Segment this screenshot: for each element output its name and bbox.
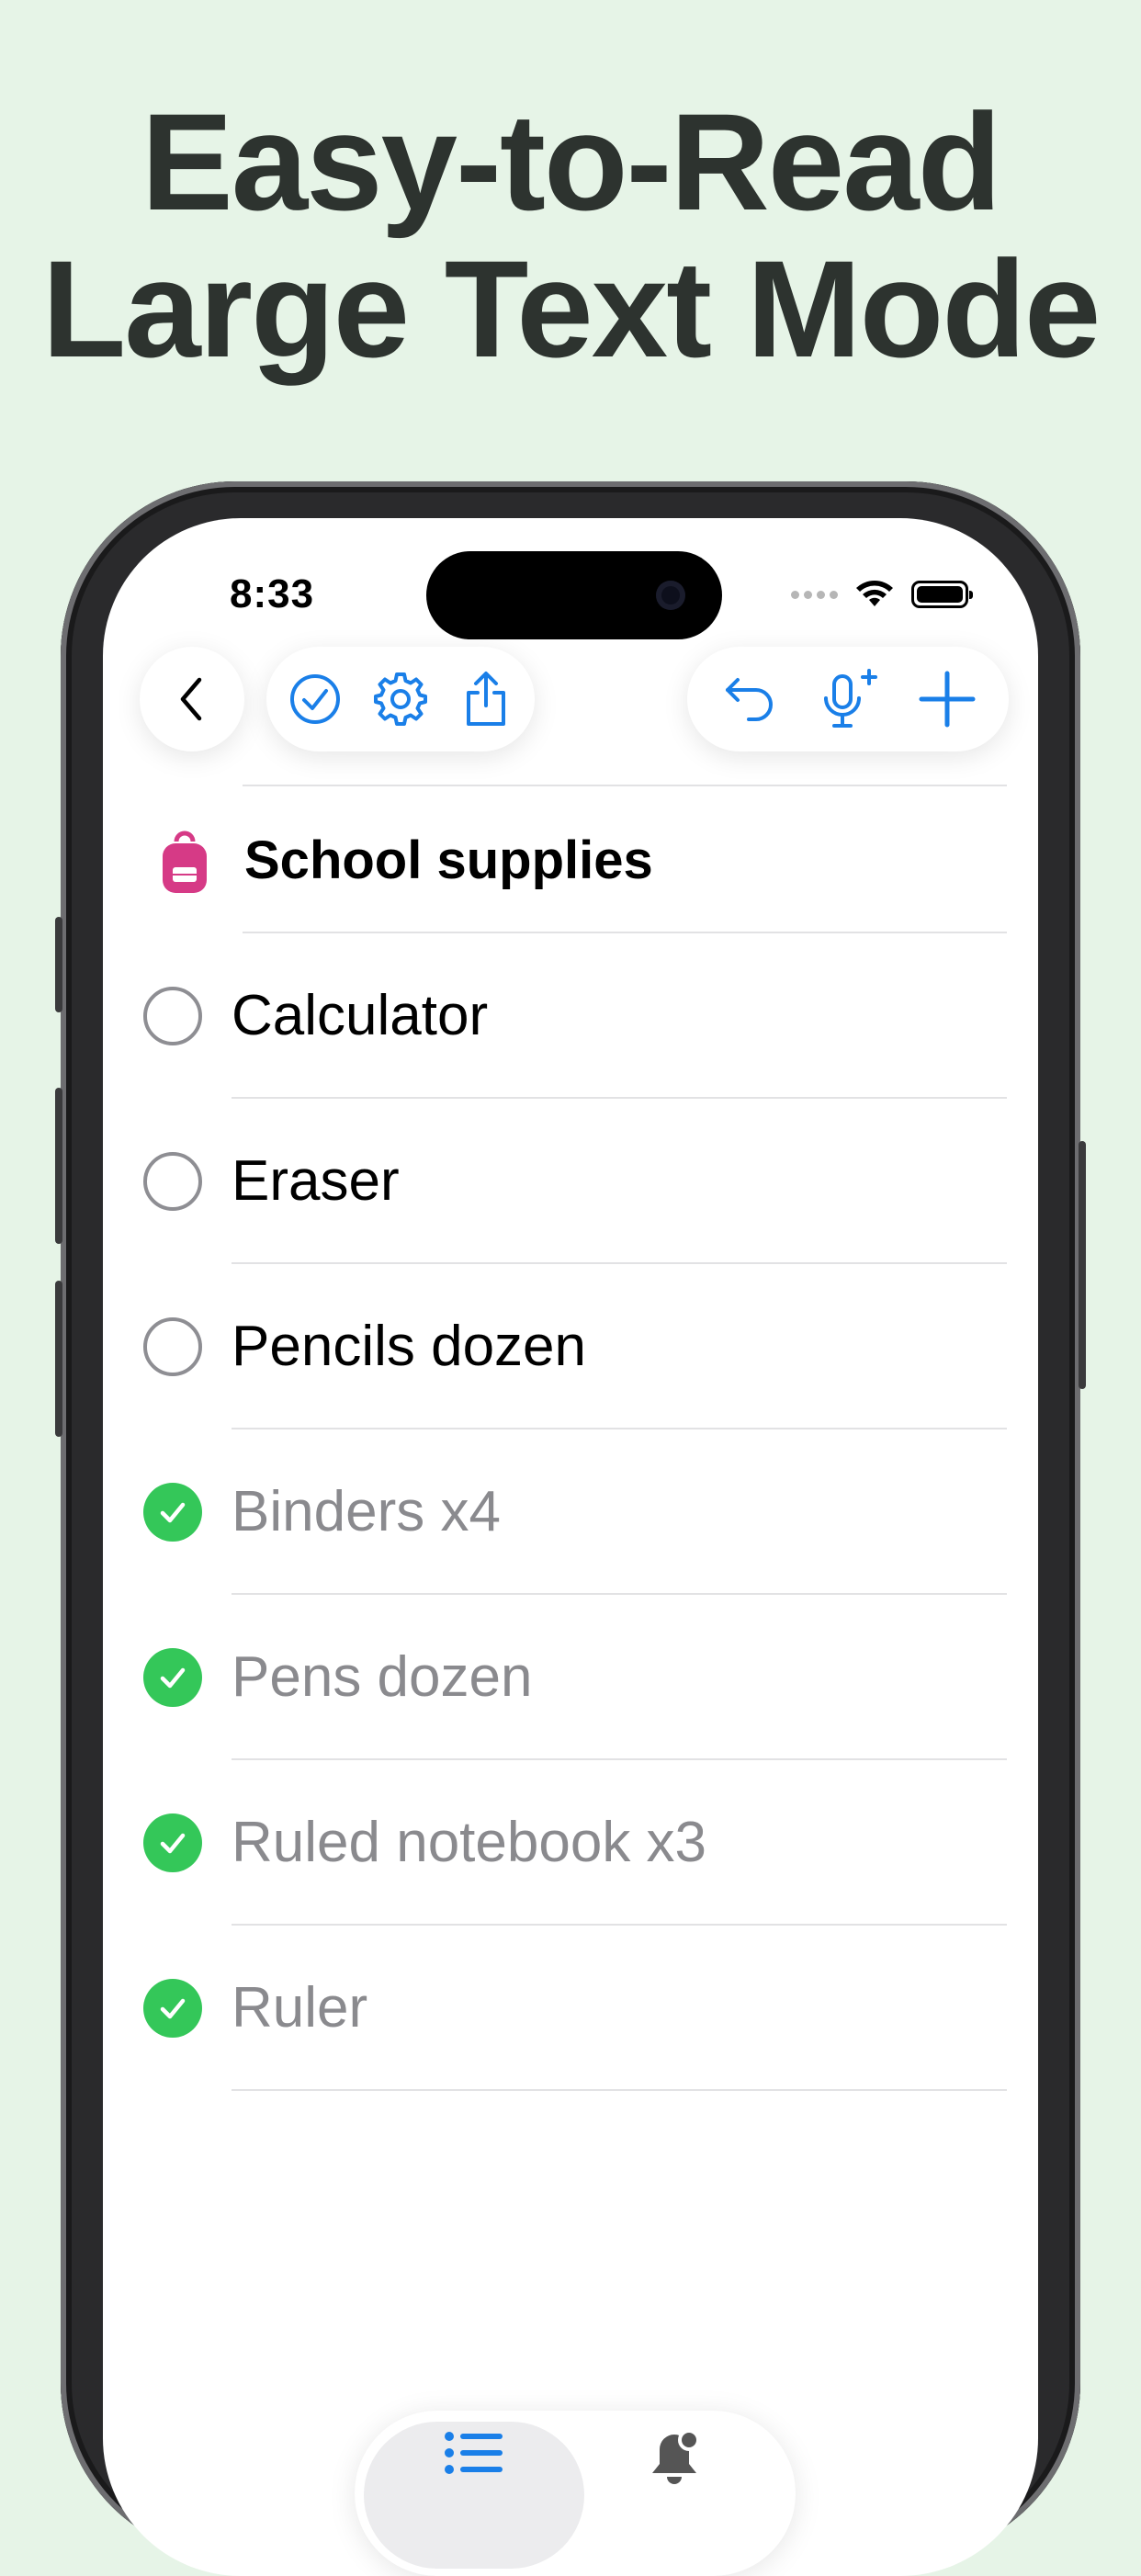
list-item[interactable]: Eraser — [103, 1099, 1038, 1264]
volume-down-button — [55, 1281, 62, 1437]
plus-icon — [919, 671, 975, 728]
list-item[interactable]: Pens dozen — [103, 1595, 1038, 1760]
list-item[interactable]: Pencils dozen — [103, 1264, 1038, 1429]
checkbox-checked[interactable] — [143, 1813, 202, 1872]
power-button — [1079, 1141, 1086, 1389]
list-item[interactable]: Ruled notebook x3 — [103, 1760, 1038, 1926]
tab-bar — [355, 2411, 796, 2576]
backpack-icon — [163, 830, 207, 893]
dynamic-island — [426, 551, 722, 639]
voice-add-button[interactable] — [811, 662, 885, 736]
divider — [243, 785, 1007, 786]
undo-button[interactable] — [713, 662, 786, 736]
list-item[interactable]: Ruler — [103, 1926, 1038, 2091]
complete-button[interactable] — [278, 662, 352, 736]
checkbox-unchecked[interactable] — [143, 987, 202, 1045]
undo-icon — [725, 678, 773, 721]
list-title-row[interactable]: School supplies — [132, 790, 1005, 932]
volume-up-button — [55, 1088, 62, 1244]
item-label: Calculator — [232, 984, 489, 1047]
headline-line-2: Large Text Mode — [41, 232, 1101, 386]
list-actions-group — [266, 647, 535, 751]
edit-actions-group — [687, 647, 1009, 751]
settings-button[interactable] — [364, 662, 437, 736]
checkbox-checked[interactable] — [143, 1483, 202, 1542]
checkmark-icon — [160, 1667, 186, 1689]
item-label: Pens dozen — [232, 1645, 533, 1709]
share-button[interactable] — [449, 662, 523, 736]
tab-lists[interactable] — [364, 2429, 584, 2481]
gear-icon — [374, 672, 427, 726]
tab-reminders[interactable] — [566, 2429, 786, 2492]
bell-badge-icon — [652, 2429, 700, 2484]
item-label: Pencils dozen — [232, 1315, 587, 1378]
headline: Easy-to-Read Large Text Mode — [0, 88, 1141, 382]
item-label: Ruler — [232, 1976, 368, 2039]
action-button — [55, 917, 62, 1012]
list-item[interactable]: Calculator — [103, 933, 1038, 1099]
checkbox-unchecked[interactable] — [143, 1317, 202, 1376]
cellular-signal-icon — [791, 590, 838, 599]
back-button[interactable] — [140, 647, 244, 751]
screen: 8:33 School supplies Calculator Eraser P… — [103, 518, 1038, 2576]
list-item[interactable]: Binders x4 — [103, 1429, 1038, 1595]
microphone-plus-icon — [824, 669, 877, 728]
checkbox-checked[interactable] — [143, 1648, 202, 1707]
checkmark-icon — [160, 1833, 186, 1854]
item-label: Ruled notebook x3 — [232, 1811, 707, 1874]
phone-frame: 8:33 School supplies Calculator Eraser P… — [55, 481, 1086, 2576]
wifi-icon — [856, 581, 893, 606]
status-time: 8:33 — [230, 571, 315, 616]
add-item-button[interactable] — [910, 662, 984, 736]
back-chevron-icon — [180, 677, 202, 721]
checkbox-checked[interactable] — [143, 1979, 202, 2038]
checkmark-icon — [160, 1998, 186, 2019]
camera-icon — [656, 581, 685, 610]
row-divider — [232, 2089, 1007, 2091]
status-icons — [791, 571, 973, 617]
checkbox-unchecked[interactable] — [143, 1152, 202, 1211]
list-icon — [445, 2432, 503, 2474]
list-title: School supplies — [244, 830, 653, 890]
checkmark-circle-icon — [290, 674, 340, 724]
checkmark-icon — [160, 1502, 186, 1523]
item-label: Eraser — [232, 1149, 400, 1213]
item-label: Binders x4 — [232, 1480, 501, 1543]
battery-icon — [911, 581, 973, 608]
share-icon — [467, 672, 505, 726]
headline-line-1: Easy-to-Read — [141, 85, 1002, 239]
